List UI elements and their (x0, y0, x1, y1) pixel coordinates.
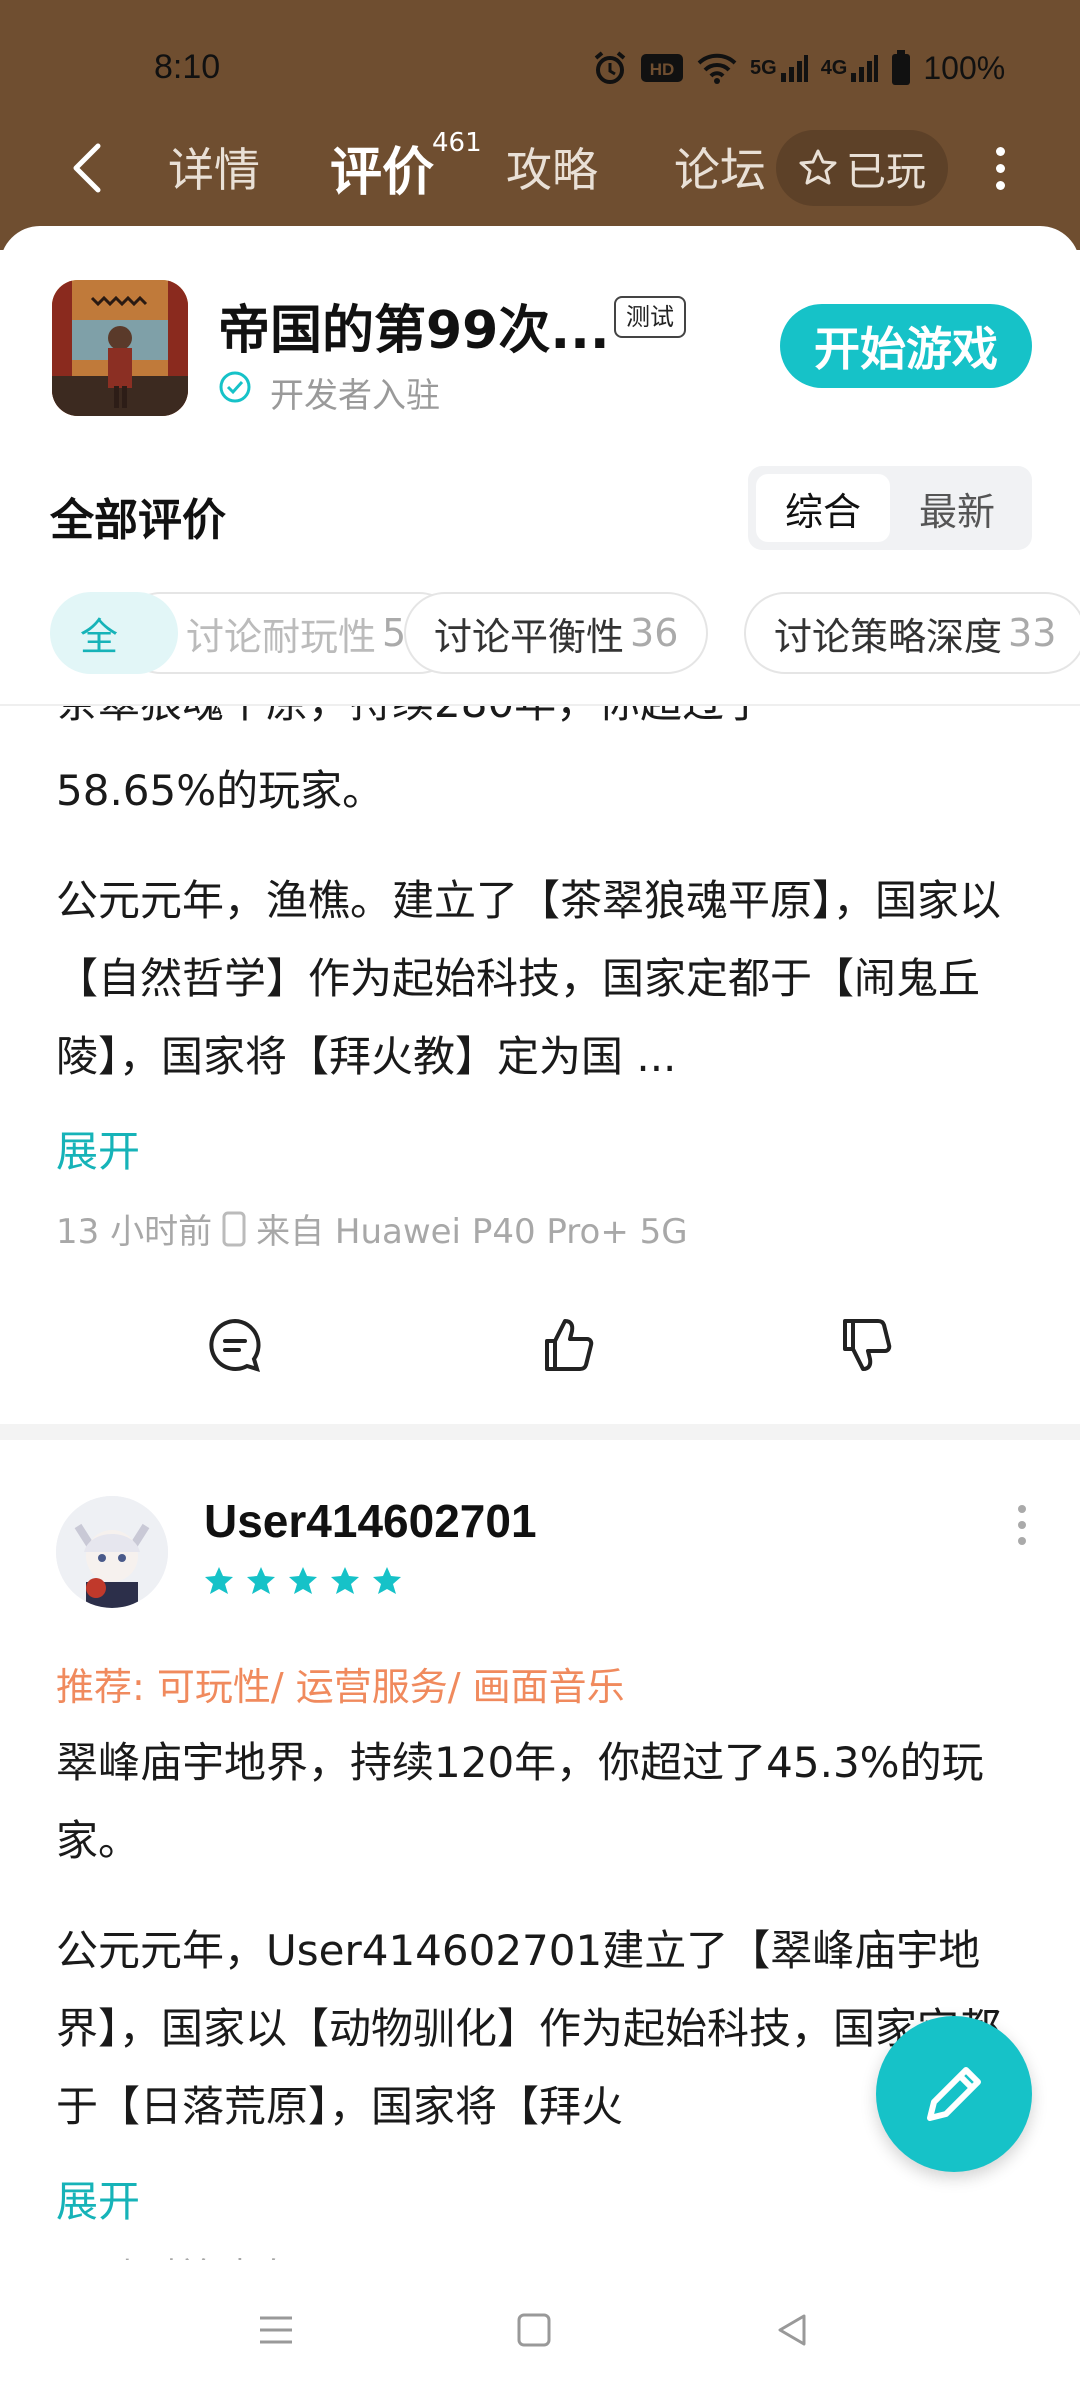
battery-icon (891, 48, 911, 88)
status-time: 8:10 (154, 48, 221, 86)
chip-balance[interactable]: 讨论平衡性 36 (404, 592, 709, 674)
status-icons: HD 5G 4G 100% (592, 48, 1005, 88)
filter-chips: 全 讨论耐玩性50 讨论平衡性36 讨论策略深度33 (0, 588, 1080, 678)
review1-body: 公元元年，渔樵。建立了【茶翠狼魂平原】，国家以【自然哲学】作为起始科技，国家定都… (56, 876, 1002, 1081)
chip-count: 33 (1008, 611, 1057, 655)
star-outline-icon (799, 149, 837, 185)
back-system-button[interactable] (762, 2300, 822, 2360)
game-icon[interactable] (52, 280, 188, 416)
comment-icon (209, 1318, 261, 1372)
nav-row: 详情 评价 461 攻略 论坛 已玩 (0, 118, 1080, 218)
square-icon (517, 2313, 551, 2347)
star-icon (373, 1567, 401, 1594)
chip-strategy-depth[interactable]: 讨论策略深度 33 (744, 592, 1080, 674)
review1-time: 13 小时前 (56, 1212, 213, 1252)
chip-label: 讨论耐玩性 (186, 614, 377, 659)
developer-label: 开发者入驻 (270, 376, 440, 416)
played-label: 已玩 (846, 149, 926, 195)
more-menu-button[interactable] (980, 136, 1020, 200)
review1-cut-wrap: 茶翠狼魂平原，持续280年，你超过了 (0, 706, 1080, 730)
start-game-button[interactable]: 开始游戏 (780, 304, 1032, 388)
star-icon (289, 1567, 317, 1594)
sort-latest[interactable]: 最新 (890, 474, 1024, 542)
chip-all[interactable]: 全 (50, 592, 178, 674)
home-button[interactable] (504, 2300, 564, 2360)
game-header: 帝国的第99次... 测试 开发者入驻 开始游戏 (0, 226, 1080, 426)
thumbs-down-icon (843, 1319, 892, 1371)
comment-button[interactable] (200, 1310, 270, 1380)
write-review-button[interactable] (876, 2016, 1032, 2172)
star-icon (331, 1567, 359, 1594)
review2-more-button[interactable] (1012, 1500, 1032, 1550)
dislike-button[interactable] (830, 1310, 900, 1380)
triangle-back-icon (778, 2314, 806, 2346)
avatar[interactable] (56, 1496, 168, 1608)
review1-meta: 13 小时前 来自 Huawei P40 Pro+ 5G (56, 1204, 688, 1253)
tab-guides[interactable]: 攻略 (506, 134, 598, 200)
signal-5g-icon: 5G (750, 48, 809, 88)
review1-device: 来自 Huawei P40 Pro+ 5G (256, 1212, 688, 1252)
review1-summary: 58.65%的玩家。 (56, 766, 385, 815)
sort-toggle: 综合 最新 (748, 466, 1032, 550)
system-nav-bar (0, 2260, 1080, 2400)
sort-overall[interactable]: 综合 (756, 474, 890, 542)
review1-cut-line: 茶翠狼魂平原，持续280年，你超过了 (56, 706, 1036, 730)
review-separator (0, 1424, 1080, 1440)
like-button[interactable] (532, 1310, 602, 1380)
review-count-badge: 461 (432, 128, 482, 158)
menu-icon (260, 2316, 292, 2344)
review2-expand[interactable]: 展开 (56, 2168, 140, 2229)
review1-actions (0, 1310, 1080, 1390)
phone-icon (222, 1211, 246, 1246)
alarm-icon (592, 48, 628, 88)
test-badge: 测试 (614, 296, 686, 338)
chip-label: 讨论策略深度 (774, 614, 1003, 659)
chip-count: 36 (630, 611, 679, 655)
signal-5g-label: 5G (750, 56, 777, 79)
header-bar: 8:10 HD 5G 4G 100% 详情 评价 461 攻略 论坛 已玩 (0, 0, 1080, 250)
verified-check-icon (219, 371, 251, 403)
signal-4g-label: 4G (820, 56, 848, 79)
thumbs-up-icon (545, 1319, 594, 1371)
review1-expand[interactable]: 展开 (56, 1118, 140, 1179)
signal-4g-icon: 4G (821, 48, 880, 88)
star-icon (247, 1567, 275, 1594)
tab-reviews[interactable]: 评价 (330, 130, 434, 205)
tab-forum[interactable]: 论坛 (674, 134, 774, 200)
chevron-left-icon (73, 143, 101, 193)
wifi-icon (696, 48, 738, 88)
pencil-icon (927, 2067, 981, 2121)
tab-details[interactable]: 详情 (168, 134, 260, 200)
hd-icon: HD (640, 48, 684, 88)
star-icon (205, 1567, 233, 1594)
battery-percent: 100% (923, 49, 1006, 86)
game-title[interactable]: 帝国的第99次... (218, 288, 610, 363)
back-button[interactable] (58, 138, 118, 198)
recommend-tags: 推荐: 可玩性/ 运营服务/ 画面音乐 (56, 1665, 625, 1709)
all-reviews-title: 全部评价 (50, 495, 226, 546)
hd-text: HD (650, 60, 675, 79)
played-button[interactable]: 已玩 (776, 130, 948, 206)
menu-button[interactable] (246, 2300, 306, 2360)
chip-label: 讨论平衡性 (434, 614, 625, 659)
review2-summary: 翠峰庙宇地界，持续120年，你超过了45.3%的玩家。 (56, 1738, 984, 1865)
rating-stars (204, 1566, 402, 1596)
username[interactable]: User414602701 (204, 1494, 537, 1548)
